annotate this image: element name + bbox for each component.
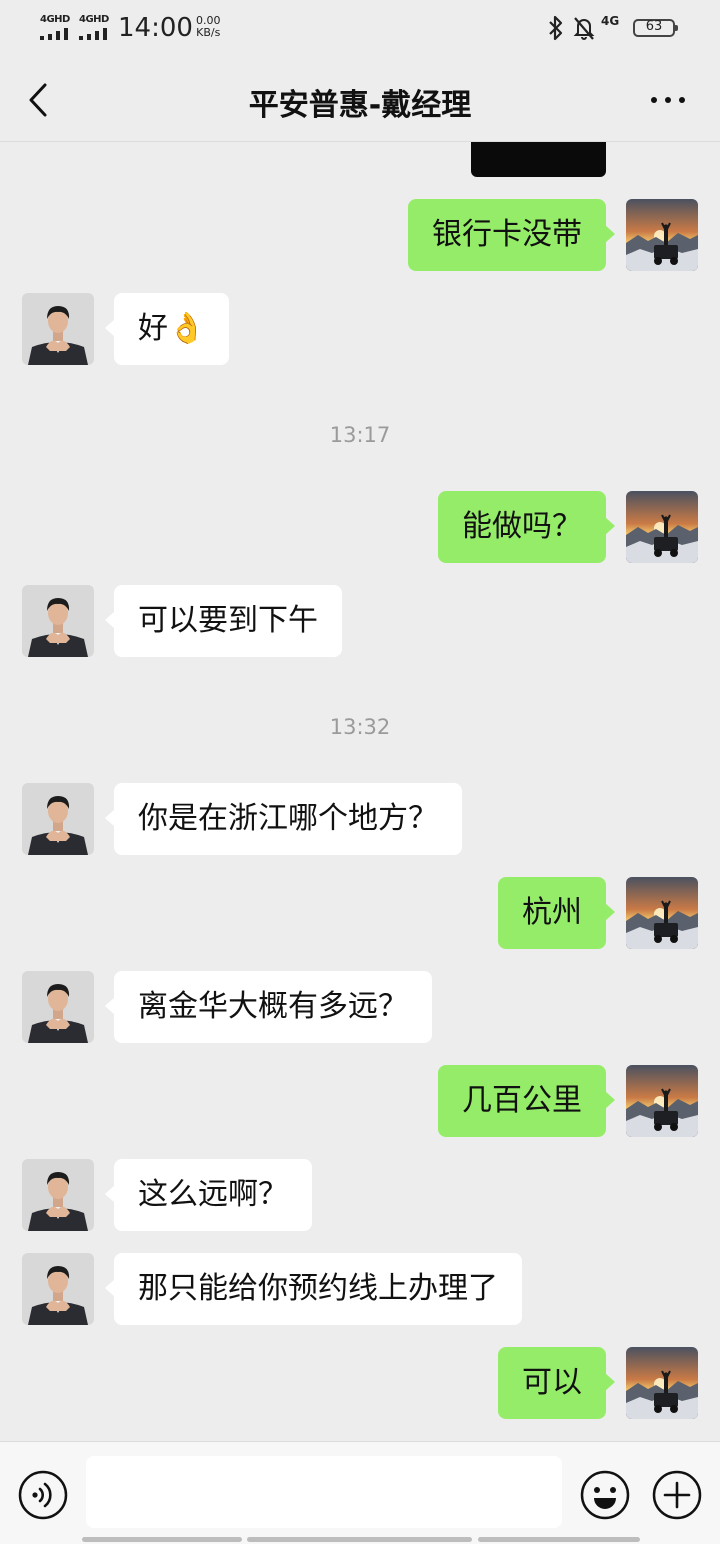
home-indicator-segment: [82, 1537, 242, 1542]
my-avatar[interactable]: [626, 491, 698, 563]
contact-avatar[interactable]: [22, 293, 94, 365]
my-avatar[interactable]: [626, 1065, 698, 1137]
home-indicator-segment: [247, 1537, 472, 1542]
message-bubble-outgoing[interactable]: 杭州: [498, 877, 615, 949]
home-indicator-segment: [478, 1537, 640, 1542]
status-time: 14:00: [118, 13, 193, 43]
message-bubble-incoming[interactable]: 离金华大概有多远？: [105, 971, 432, 1043]
plus-circle-icon[interactable]: [651, 1469, 703, 1521]
net-speed: 0.00 KB/s: [196, 15, 221, 39]
timestamp: 13:17: [329, 423, 391, 447]
message-bubble-outgoing[interactable]: 几百公里: [438, 1065, 615, 1137]
network-label: 4G: [601, 14, 620, 28]
status-bar: 4GHD 4GHD 14:00 0.00 KB/s 4G 63: [0, 0, 720, 56]
message-bubble-incoming[interactable]: 可以要到下午: [105, 585, 342, 657]
message-input[interactable]: [86, 1456, 562, 1528]
contact-avatar[interactable]: [22, 783, 94, 855]
my-avatar[interactable]: [626, 1347, 698, 1419]
sim2-label: 4GHD: [79, 14, 109, 25]
message-bubble-incoming[interactable]: 那只能给你预约线上办理了: [105, 1253, 522, 1325]
more-dots-icon[interactable]: [648, 90, 688, 110]
voice-icon[interactable]: [18, 1470, 68, 1520]
battery-icon: 63: [633, 19, 678, 37]
bluetooth-icon: [549, 15, 563, 41]
emoji-icon[interactable]: [579, 1469, 631, 1521]
contact-avatar[interactable]: [22, 585, 94, 657]
message-bubble-outgoing[interactable]: 银行卡没带: [408, 199, 615, 271]
chat-header: 平安普惠-戴经理: [0, 56, 720, 142]
chat-title: 平安普惠-戴经理: [248, 88, 472, 123]
redacted-block: [471, 142, 606, 177]
input-bar: [0, 1441, 720, 1544]
message-bubble-incoming[interactable]: 好👌: [104, 293, 230, 365]
sim1-label: 4GHD: [40, 14, 70, 25]
my-avatar[interactable]: [626, 877, 698, 949]
contact-avatar[interactable]: [22, 971, 94, 1043]
message-bubble-outgoing[interactable]: 能做吗？: [438, 491, 615, 563]
contact-avatar[interactable]: [22, 1159, 94, 1231]
contact-avatar[interactable]: [22, 1253, 94, 1325]
message-bubble-incoming[interactable]: 你是在浙江哪个地方？: [105, 783, 462, 855]
bell-off-icon: [573, 17, 595, 40]
my-avatar[interactable]: [626, 199, 698, 271]
message-bubble-incoming[interactable]: 这么远啊？: [105, 1159, 312, 1231]
timestamp: 13:32: [329, 715, 391, 739]
message-bubble-outgoing[interactable]: 可以: [498, 1347, 615, 1419]
battery-level: 63: [645, 19, 663, 34]
net-speed-unit: KB/s: [196, 26, 221, 39]
